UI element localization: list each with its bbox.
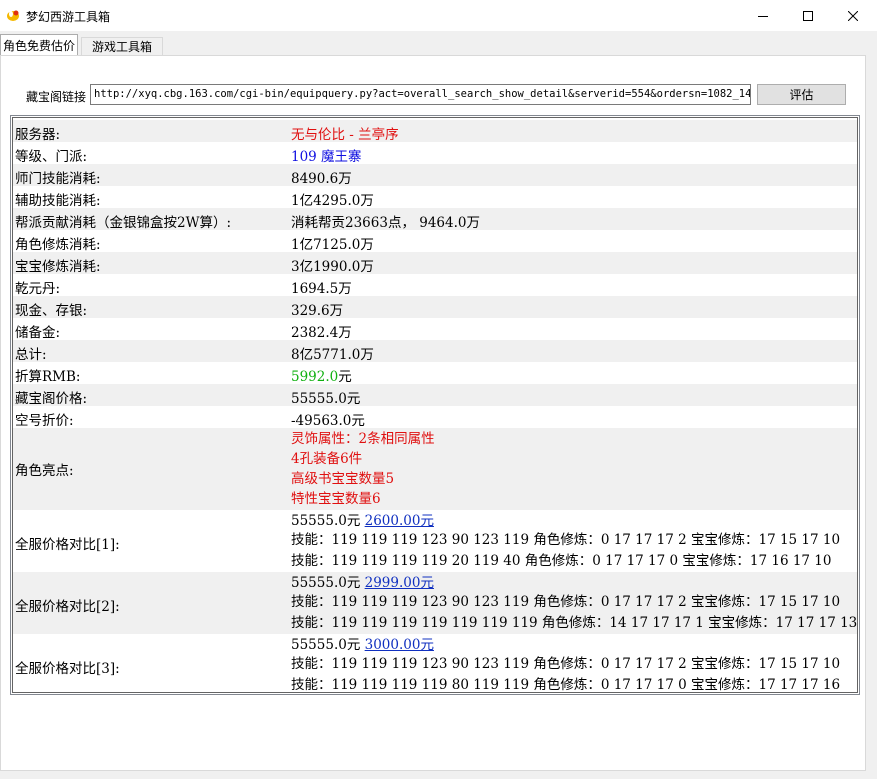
rmb-amount: 5992.0 [291, 369, 339, 385]
row-role-cultivation: 角色修炼消耗: 1亿7125.0万 [13, 230, 857, 253]
row-assist-skill: 辅助技能消耗: 1亿4295.0万 [13, 186, 857, 209]
comparison-1-price-line: 55555.0元 2600.00元 [291, 510, 840, 530]
app-logo-icon [7, 10, 19, 21]
row-qianyuandan: 乾元丹: 1694.5万 [13, 274, 857, 297]
highlight-item: 4孔装备6件 [291, 451, 363, 467]
url-label: 藏宝阁链接 [26, 90, 87, 104]
minimize-button[interactable] [741, 0, 785, 31]
comparison-1-values: 55555.0元 2600.00元 技能：119 119 119 123 90 … [291, 510, 840, 572]
tab-role-valuation[interactable]: 角色免费估价 [0, 34, 78, 55]
comparison-detail: 技能：119 119 119 119 80 119 119 角色修炼：0 17 … [291, 677, 841, 693]
row-comparison-1: 全服价格对比[1]: 55555.0元 2600.00元 技能：119 119 … [13, 510, 857, 572]
close-button[interactable] [831, 0, 875, 31]
rmb-unit: 元 [338, 369, 352, 385]
cbg-price-value: 55555.0元 [291, 391, 361, 407]
comparison-1-label: 全服价格对比[1]: [15, 537, 120, 553]
results-box[interactable]: 服务器: 无与伦比 - 兰亭序 等级、门派: 109 魔王寨 师门技能消耗: 8… [10, 115, 860, 695]
maximize-button[interactable] [786, 0, 830, 31]
qianyuandan-value: 1694.5万 [291, 281, 352, 297]
qianyuandan-label: 乾元丹: [15, 281, 61, 297]
cbg-price-label: 藏宝阁价格: [15, 391, 88, 407]
server-value: 无与伦比 - 兰亭序 [291, 127, 399, 143]
total-label: 总计: [15, 347, 47, 363]
reserve-label: 储备金: [15, 325, 61, 341]
results-table: 服务器: 无与伦比 - 兰亭序 等级、门派: 109 魔王寨 师门技能消耗: 8… [12, 117, 858, 693]
row-school-skill: 师门技能消耗: 8490.6万 [13, 164, 857, 187]
comparison-3-values: 55555.0元 3000.00元 技能：119 119 119 123 90 … [291, 634, 841, 693]
comparison-detail: 技能：119 119 119 123 90 123 119 角色修炼：0 17 … [291, 656, 841, 672]
minimize-icon [758, 15, 768, 17]
highlight-item: 特性宝宝数量6 [291, 491, 381, 507]
cbg-url-input[interactable]: http://xyq.cbg.163.com/cgi-bin/equipquer… [90, 84, 751, 105]
evaluate-button[interactable]: 评估 [757, 84, 846, 105]
guild-contrib-value: 消耗帮贡23663点， 9464.0万 [291, 215, 480, 231]
comparison-2-label: 全服价格对比[2]: [15, 599, 120, 615]
row-discount: 空号折价: -49563.0元 [13, 406, 857, 429]
comparison-link[interactable]: 3000.00元 [365, 637, 434, 653]
comparison-link[interactable]: 2999.00元 [365, 575, 434, 591]
school-skill-label: 师门技能消耗: [15, 171, 101, 187]
maximize-icon [803, 10, 813, 21]
highlight-item: 灵饰属性：2条相同属性 [291, 431, 435, 447]
highlights-label: 角色亮点: [15, 463, 74, 479]
row-level: 等级、门派: 109 魔王寨 [13, 142, 857, 165]
level-value: 109 魔王寨 [291, 149, 362, 165]
title-bar: 梦幻西游工具箱 [0, 0, 877, 31]
role-cultivation-value: 1亿7125.0万 [291, 237, 374, 253]
comparison-link[interactable]: 2600.00元 [365, 513, 434, 529]
row-guild-contrib: 帮派贡献消耗（金银锦盒按2W算）: 消耗帮贡23663点， 9464.0万 [13, 208, 857, 231]
comparison-detail: 技能：119 119 119 119 119 119 119 角色修炼：14 1… [291, 615, 858, 631]
cash-label: 现金、存银: [15, 303, 88, 319]
close-icon [848, 10, 858, 21]
comparison-price: 55555.0元 [291, 637, 361, 653]
level-label: 等级、门派: [15, 149, 88, 165]
rmb-label: 折算RMB: [15, 369, 81, 385]
row-pet-cultivation: 宝宝修炼消耗: 3亿1990.0万 [13, 252, 857, 275]
highlight-item: 高级书宝宝数量5 [291, 471, 395, 487]
comparison-detail: 技能：119 119 119 119 20 119 40 角色修炼：0 17 1… [291, 553, 832, 569]
guild-contrib-label: 帮派贡献消耗（金银锦盒按2W算）: [15, 215, 232, 231]
comparison-price: 55555.0元 [291, 575, 361, 591]
row-server: 服务器: 无与伦比 - 兰亭序 [13, 120, 857, 143]
comparison-3-price-line: 55555.0元 3000.00元 [291, 634, 840, 654]
rmb-value: 5992.0元 [291, 365, 352, 385]
row-cbg-price: 藏宝阁价格: 55555.0元 [13, 384, 857, 407]
row-highlights: 角色亮点: 灵饰属性：2条相同属性 4孔装备6件 高级书宝宝数量5 特性宝宝数量… [13, 428, 857, 510]
row-cash: 现金、存银: 329.6万 [13, 296, 857, 319]
window-title: 梦幻西游工具箱 [26, 10, 111, 24]
comparison-3-label: 全服价格对比[3]: [15, 661, 120, 677]
role-cultivation-label: 角色修炼消耗: [15, 237, 101, 253]
comparison-2-price-line: 55555.0元 2999.00元 [291, 572, 857, 592]
comparison-price: 55555.0元 [291, 513, 361, 529]
row-comparison-2: 全服价格对比[2]: 55555.0元 2999.00元 技能：119 119 … [13, 572, 857, 634]
comparison-detail: 技能：119 119 119 123 90 123 119 角色修炼：0 17 … [291, 594, 841, 610]
discount-value: -49563.0元 [291, 413, 365, 429]
row-reserve: 储备金: 2382.4万 [13, 318, 857, 341]
row-total: 总计: 8亿5771.0万 [13, 340, 857, 363]
tab-game-toolbox[interactable]: 游戏工具箱 [81, 37, 163, 55]
row-rmb: 折算RMB: 5992.0元 [13, 362, 857, 385]
discount-label: 空号折价: [15, 413, 74, 429]
assist-skill-value: 1亿4295.0万 [291, 193, 374, 209]
row-comparison-3: 全服价格对比[3]: 55555.0元 3000.00元 技能：119 119 … [13, 634, 857, 692]
highlights-list: 灵饰属性：2条相同属性 4孔装备6件 高级书宝宝数量5 特性宝宝数量6 [291, 428, 435, 508]
pet-cultivation-label: 宝宝修炼消耗: [15, 259, 101, 275]
cash-value: 329.6万 [291, 303, 344, 319]
total-value: 8亿5771.0万 [291, 347, 374, 363]
assist-skill-label: 辅助技能消耗: [15, 193, 101, 209]
server-label: 服务器: [15, 127, 61, 143]
tab-strip: 游戏工具箱 角色免费估价 [0, 31, 877, 56]
comparison-detail: 技能：119 119 119 123 90 123 119 角色修炼：0 17 … [291, 532, 841, 548]
reserve-value: 2382.4万 [291, 325, 352, 341]
pet-cultivation-value: 3亿1990.0万 [291, 259, 374, 275]
comparison-2-values: 55555.0元 2999.00元 技能：119 119 119 123 90 … [291, 572, 857, 634]
school-skill-value: 8490.6万 [291, 171, 352, 187]
